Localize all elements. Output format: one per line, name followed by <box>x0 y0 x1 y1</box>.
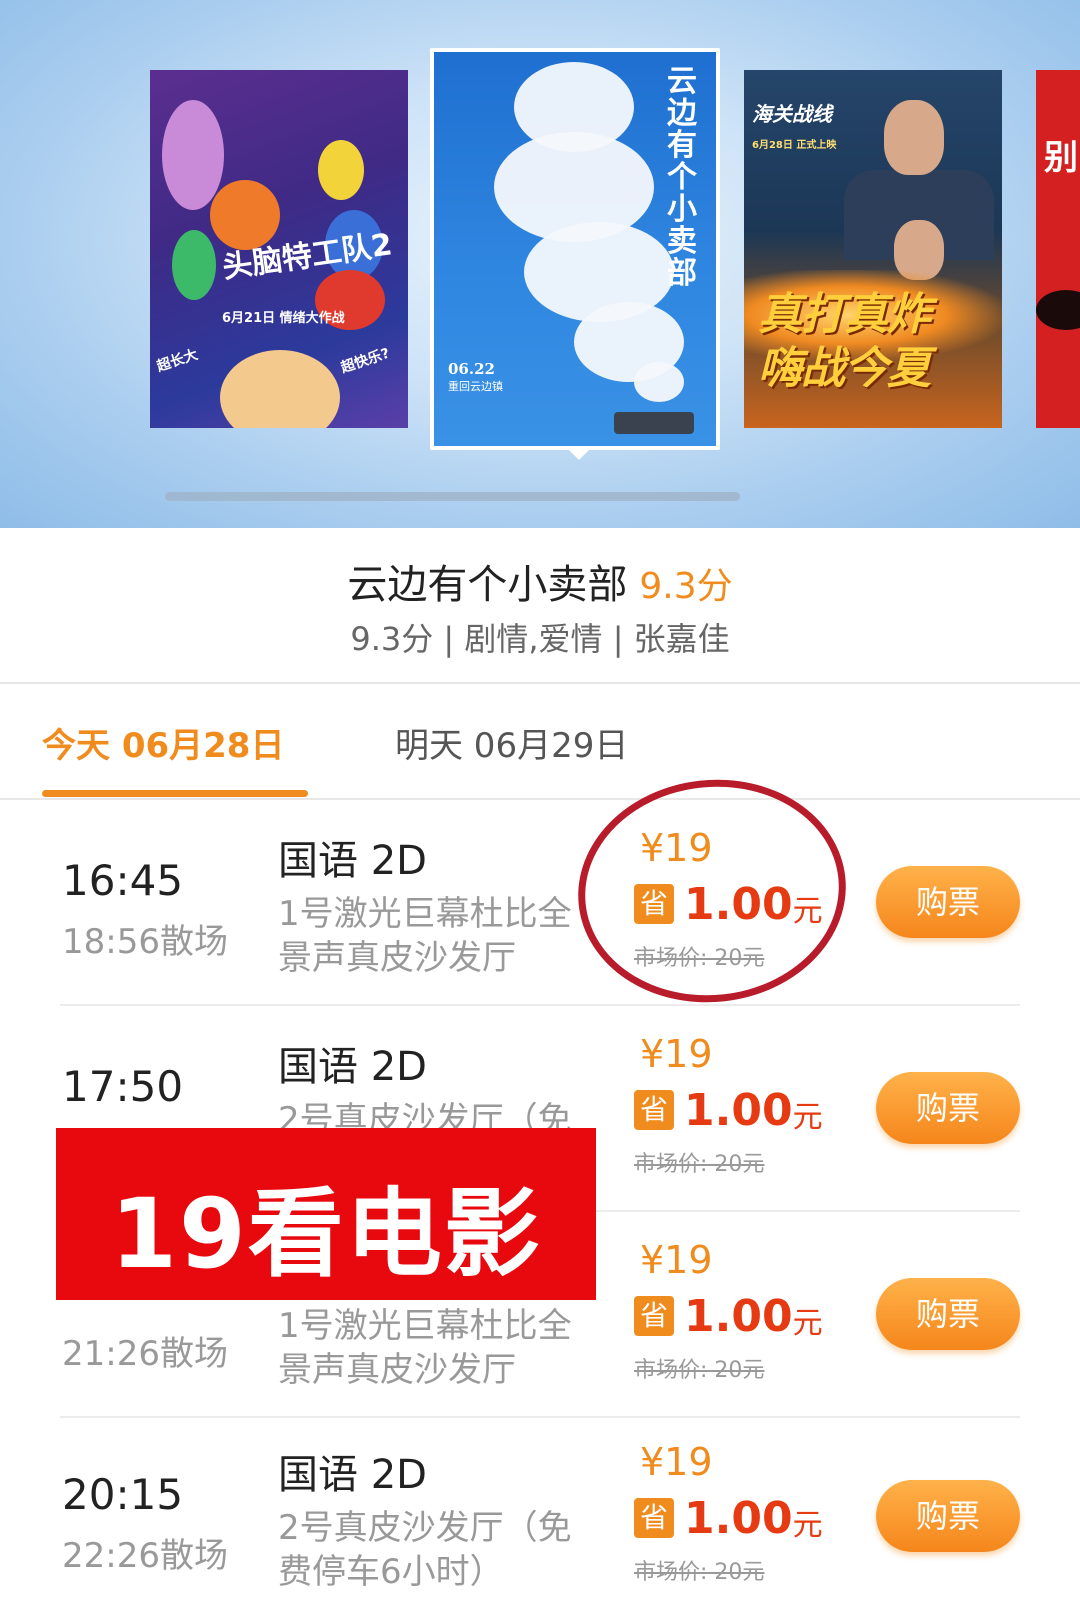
save-unit: 元 <box>792 1100 823 1135</box>
save-badge: 省 <box>634 1498 674 1538</box>
poster-customs-frontline[interactable]: 海关战线 6月28日 正式上映 真打真炸 嗨战今夏 <box>744 70 1002 428</box>
poster-date: 6月28日 正式上映 <box>752 140 837 151</box>
poster-title: 云边有个小卖部 <box>667 64 697 291</box>
poster-slogan-2: 嗨战今夏 <box>758 343 931 394</box>
divider <box>0 682 1080 684</box>
language-format: 国语 2D <box>278 1044 427 1090</box>
poster-tagline-left: 超长大 <box>154 346 200 376</box>
buy-ticket-button[interactable]: 购票 <box>876 1480 1020 1552</box>
market-price: 市场价: 20元 <box>634 1152 765 1177</box>
selected-poster-pointer <box>565 446 593 460</box>
poster-inside-out-2[interactable]: 头脑特工队2 6月21日 情绪大作战 超长大 超快乐? <box>150 70 408 428</box>
movie-meta: 9.3分 | 剧情,爱情 | 张嘉佳 <box>350 620 730 658</box>
buy-ticket-button[interactable]: 购票 <box>876 866 1020 938</box>
save-amount: 1.00 <box>684 1290 793 1342</box>
start-time: 20:15 <box>62 1470 184 1519</box>
poster-tagline-right: 超快乐? <box>339 345 392 377</box>
price: ¥19 <box>640 1032 713 1076</box>
save-amount: 1.00 <box>684 1084 793 1136</box>
tab-today[interactable]: 今天 06月28日 <box>42 718 284 767</box>
price: ¥19 <box>640 1238 713 1282</box>
tab-tomorrow[interactable]: 明天 06月29日 <box>395 718 628 767</box>
movie-title-row: 云边有个小卖部 9.3分 <box>0 552 1080 610</box>
promo-text: 19看电影 <box>110 1178 542 1290</box>
poster-date: 06.22 <box>448 360 495 378</box>
movie-title: 云边有个小卖部 <box>347 562 628 608</box>
poster-carousel[interactable]: 头脑特工队2 6月21日 情绪大作战 超长大 超快乐? 云边有个小卖部 06.2… <box>0 0 1080 528</box>
savings: 省 1.00元 <box>634 1290 823 1342</box>
promo-banner: 19看电影 <box>56 1128 596 1300</box>
poster-date: 6月21日 情绪大作战 <box>222 311 345 326</box>
save-amount: 1.00 <box>684 1492 793 1544</box>
poster-partial[interactable]: 别 <box>1036 70 1080 428</box>
hall-name: 1号激光巨幕杜比全景声真皮沙发厅 <box>278 1306 572 1390</box>
active-tab-indicator <box>42 790 308 797</box>
language-format: 国语 2D <box>278 838 427 884</box>
hall-name: 1号激光巨幕杜比全景声真皮沙发厅 <box>278 894 572 978</box>
app-root: 头脑特工队2 6月21日 情绪大作战 超长大 超快乐? 云边有个小卖部 06.2… <box>0 0 1080 1620</box>
save-unit: 元 <box>792 1508 823 1543</box>
poster-title: 海关战线 <box>752 102 832 126</box>
buy-ticket-button[interactable]: 购票 <box>876 1278 1020 1350</box>
movie-info: 云边有个小卖部 9.3分 9.3分 | 剧情,爱情 | 张嘉佳 <box>0 528 1080 682</box>
truck-illustration <box>614 412 694 434</box>
end-time: 18:56散场 <box>62 922 228 962</box>
movie-score: 9.3分 <box>639 566 733 607</box>
poster-selected-movie[interactable]: 云边有个小卖部 06.22 重回云边镇 <box>434 52 716 446</box>
hall-name: 2号真皮沙发厅（免费停车6小时） <box>278 1508 572 1592</box>
save-badge: 省 <box>634 1296 674 1336</box>
market-price: 市场价: 20元 <box>634 1358 765 1383</box>
end-time: 22:26散场 <box>62 1536 228 1576</box>
save-unit: 元 <box>792 1306 823 1341</box>
poster-title: 别 <box>1044 138 1078 178</box>
savings: 省 1.00元 <box>634 1084 823 1136</box>
start-time: 17:50 <box>62 1062 184 1111</box>
price: ¥19 <box>640 1440 713 1484</box>
buy-ticket-button[interactable]: 购票 <box>876 1072 1020 1144</box>
start-time: 16:45 <box>62 856 184 905</box>
language-format: 国语 2D <box>278 1452 427 1498</box>
showtime-row: 16:45 18:56散场 国语 2D 1号激光巨幕杜比全景声真皮沙发厅 ¥19… <box>0 800 1080 1006</box>
market-price: 市场价: 20元 <box>634 1560 765 1585</box>
save-badge: 省 <box>634 1090 674 1130</box>
poster-subtitle: 重回云边镇 <box>448 380 503 393</box>
end-time: 21:26散场 <box>62 1334 228 1374</box>
savings: 省 1.00元 <box>634 1492 823 1544</box>
showtime-row: 20:15 22:26散场 国语 2D 2号真皮沙发厅（免费停车6小时） ¥19… <box>0 1414 1080 1620</box>
carousel-scrollbar[interactable] <box>165 492 740 501</box>
